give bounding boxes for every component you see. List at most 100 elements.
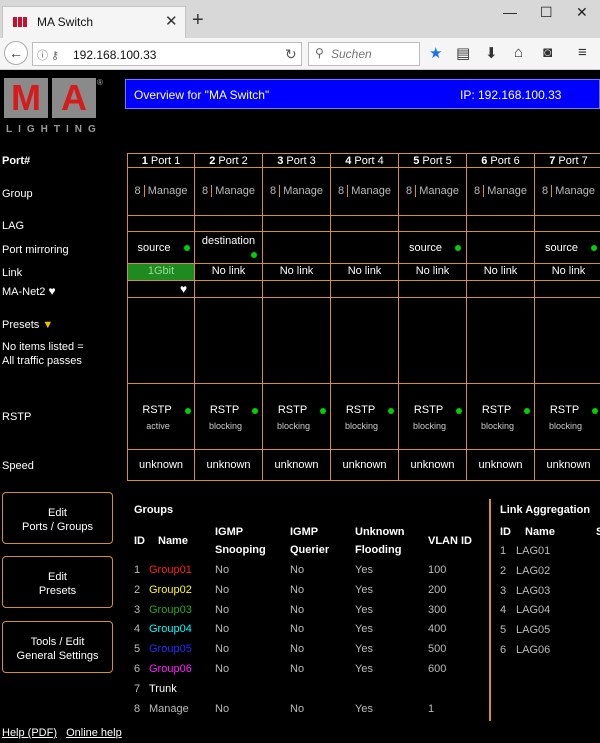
port-cell-rstp: RSTP blocking bbox=[467, 384, 535, 450]
speed-value: unknown bbox=[206, 459, 251, 471]
heart-icon: ♥ bbox=[48, 284, 56, 298]
lag-id: 6 bbox=[500, 644, 507, 656]
port-cell-group: 8 Manage bbox=[535, 168, 600, 216]
group-name: Manage bbox=[551, 185, 595, 197]
group-igmp-querier: No bbox=[290, 623, 305, 635]
site-info-icon[interactable]: ⓘ ⚷ bbox=[37, 47, 59, 63]
group-name: Group03 bbox=[149, 604, 192, 616]
link-state: 1Gbit bbox=[147, 265, 175, 277]
tools-general-settings-button[interactable]: Tools / Edit General Settings bbox=[2, 621, 113, 673]
home-icon[interactable]: ⌂ bbox=[514, 44, 523, 61]
port-cell-mirror: source bbox=[399, 232, 467, 264]
row-label-presets: Presets ▼ bbox=[2, 319, 54, 331]
lag-header-extra: S bbox=[596, 526, 600, 538]
status-dot-icon bbox=[251, 252, 257, 258]
group-number: 8 bbox=[406, 185, 413, 197]
group-name: Manage bbox=[415, 185, 459, 197]
logo-subtitle: LIGHTING bbox=[6, 124, 102, 135]
registered-mark: ® bbox=[97, 78, 103, 87]
rstp-state: blocking bbox=[208, 421, 243, 431]
logo-letter-a: A bbox=[52, 78, 96, 118]
port-cell-presets bbox=[195, 298, 263, 384]
close-tab-icon[interactable]: ✕ bbox=[165, 12, 178, 30]
bookmark-star-icon[interactable]: ★ bbox=[429, 44, 442, 62]
bookmarks-list-icon[interactable]: ▤ bbox=[456, 44, 470, 62]
port-cell-speed: unknown bbox=[263, 450, 331, 481]
port-cell-speed: unknown bbox=[399, 450, 467, 481]
groups-header-id: ID bbox=[134, 535, 145, 547]
group-number: 8 bbox=[542, 185, 549, 197]
speed-value: unknown bbox=[138, 459, 184, 471]
port-number: 6 bbox=[481, 155, 488, 167]
port-cell-link: No link bbox=[195, 264, 263, 281]
group-id: 6 bbox=[134, 663, 141, 675]
port-number: 1 bbox=[141, 155, 148, 167]
ip-address: IP: 192.168.100.33 bbox=[460, 88, 562, 102]
port-label: Port 7 bbox=[558, 155, 588, 167]
port-cell-mirror: source bbox=[127, 232, 195, 264]
port-cell-rstp: RSTP blocking bbox=[535, 384, 600, 450]
link-state: No link bbox=[347, 265, 382, 277]
port-cell-rstp: RSTP blocking bbox=[195, 384, 263, 450]
port-cell-head: 3 Port 3 bbox=[263, 153, 331, 168]
online-help-link[interactable]: Online help bbox=[66, 727, 122, 739]
port-cell-manet bbox=[467, 281, 535, 298]
port-cell-head: 1 Port 1 bbox=[127, 153, 195, 168]
port-cell-manet bbox=[535, 281, 600, 298]
row-label-link: Link bbox=[2, 267, 23, 279]
maximize-icon[interactable]: ☐ bbox=[540, 4, 553, 21]
port-cell-head: 2 Port 2 bbox=[195, 153, 263, 168]
row-label-manet: MA-Net2 ♥ bbox=[2, 284, 56, 298]
url-text[interactable]: 192.168.100.33 bbox=[73, 48, 156, 62]
group-igmp-snooping: No bbox=[215, 564, 230, 576]
url-bar[interactable]: ⓘ ⚷ 192.168.100.33 ↻ bbox=[32, 42, 302, 66]
lag-name: LAG04 bbox=[516, 604, 551, 616]
port-cell-speed: unknown bbox=[331, 450, 399, 481]
group-name: Manage bbox=[347, 185, 391, 197]
group-name: Manage bbox=[149, 703, 189, 715]
download-icon[interactable]: ⬇ bbox=[485, 44, 498, 62]
reload-icon[interactable]: ↻ bbox=[285, 46, 297, 63]
port-cell-rstp: RSTP blocking bbox=[399, 384, 467, 450]
lag-header-name: Name bbox=[525, 526, 555, 538]
browser-tab-bar: MA Switch ✕ + — ☐ ✕ bbox=[0, 0, 600, 38]
group-vlan-id: 100 bbox=[428, 564, 447, 576]
groups-header-unknown-flooding: Unknown Flooding bbox=[355, 526, 405, 556]
new-tab-icon[interactable]: + bbox=[192, 10, 204, 30]
port-grid: Port# Group LAG Port mirroring Link MA-N… bbox=[0, 153, 600, 481]
group-igmp-snooping: No bbox=[215, 643, 230, 655]
status-dot-icon bbox=[455, 245, 461, 251]
minimize-icon[interactable]: — bbox=[503, 4, 517, 20]
port-cell-rstp: RSTP active bbox=[127, 384, 195, 450]
back-icon[interactable]: ← bbox=[4, 41, 28, 65]
port-label: Port 4 bbox=[354, 155, 384, 167]
lag-id: 5 bbox=[500, 624, 507, 636]
group-name: Group05 bbox=[149, 643, 192, 655]
status-dot-icon bbox=[185, 408, 191, 414]
port-cell-lag bbox=[195, 216, 263, 232]
group-id: 8 bbox=[134, 703, 141, 715]
search-input[interactable] bbox=[331, 47, 417, 61]
port-number: 3 bbox=[277, 155, 284, 167]
search-bar[interactable]: ⚲ bbox=[308, 42, 420, 66]
port-cell-presets bbox=[127, 298, 195, 384]
link-state: No link bbox=[551, 265, 586, 277]
edit-presets-button[interactable]: Edit Presets bbox=[2, 556, 113, 608]
row-label-port: Port# bbox=[2, 155, 31, 167]
help-pdf-link[interactable]: Help (PDF) bbox=[2, 727, 57, 739]
rstp-state: blocking bbox=[480, 421, 515, 431]
port-cell-head: 6 Port 6 bbox=[467, 153, 535, 168]
window-close-icon[interactable]: ✕ bbox=[576, 4, 588, 21]
pocket-icon[interactable]: ◙ bbox=[543, 44, 552, 61]
status-dot-icon bbox=[252, 408, 258, 414]
speed-value: unknown bbox=[546, 459, 591, 471]
edit-ports-groups-button[interactable]: Edit Ports / Groups bbox=[2, 492, 113, 544]
browser-tab[interactable]: MA Switch ✕ bbox=[2, 6, 186, 38]
groups-header-name: Name bbox=[158, 535, 188, 547]
menu-icon[interactable]: ≡ bbox=[578, 44, 587, 61]
group-igmp-snooping: No bbox=[215, 703, 230, 715]
row-label-speed: Speed bbox=[2, 460, 34, 472]
row-label-rstp: RSTP bbox=[2, 411, 32, 423]
status-dot-icon bbox=[456, 408, 462, 414]
port-cell-head: 7 Port 7 bbox=[535, 153, 600, 168]
